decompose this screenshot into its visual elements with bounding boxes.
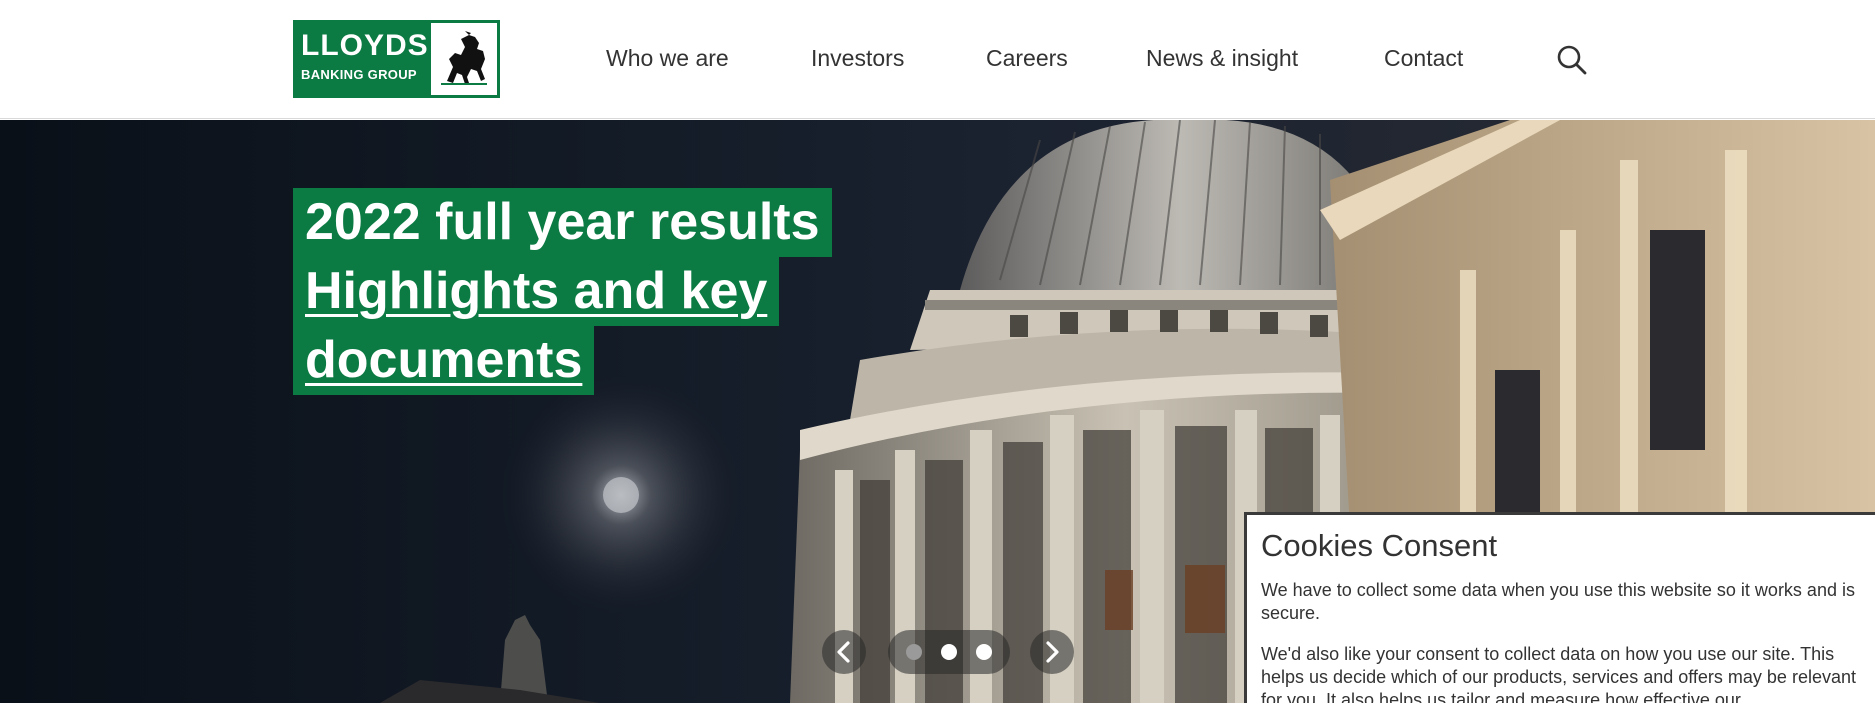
logo-word: LLOYDS: [301, 29, 429, 62]
lloyds-logo[interactable]: LLOYDS BANKING GROUP: [293, 20, 500, 98]
headline-title: 2022 full year results: [293, 188, 832, 257]
carousel-dot-1[interactable]: [906, 644, 922, 660]
carousel-dots: [888, 630, 1010, 674]
cookie-paragraph-1: We have to collect some data when you us…: [1261, 580, 1855, 624]
chevron-left-icon: [837, 641, 850, 663]
carousel-dot-2[interactable]: [941, 644, 957, 660]
nav-item-contact[interactable]: Contact: [1384, 45, 1463, 72]
carousel-next-button[interactable]: [1030, 630, 1074, 674]
cookie-title: Cookies Consent: [1261, 528, 1498, 563]
highlights-link-line2[interactable]: documents: [293, 326, 595, 395]
cookie-consent-panel: Cookies Consent We have to collect some …: [1244, 512, 1875, 703]
nav-item-news-insight[interactable]: News & insight: [1146, 45, 1298, 72]
cookie-paragraph-2: We'd also like your consent to collect d…: [1261, 644, 1856, 703]
site-header: LLOYDS BANKING GROUP Who we are Investor…: [0, 0, 1875, 119]
logo-subtitle: BANKING GROUP: [301, 67, 417, 82]
black-horse-icon: [431, 23, 497, 95]
highlights-link-line1[interactable]: Highlights and key: [293, 257, 780, 326]
nav-item-who-we-are[interactable]: Who we are: [606, 45, 729, 72]
hero-headline: 2022 full year results Highlights and ke…: [293, 188, 893, 395]
nav-item-careers[interactable]: Careers: [986, 45, 1068, 72]
nav-item-investors[interactable]: Investors: [811, 45, 904, 72]
search-icon[interactable]: [1556, 44, 1588, 76]
carousel-prev-button[interactable]: [822, 630, 866, 674]
logo-text: LLOYDS BANKING GROUP: [296, 23, 431, 95]
carousel-dot-3[interactable]: [976, 644, 992, 660]
chevron-right-icon: [1046, 641, 1059, 663]
